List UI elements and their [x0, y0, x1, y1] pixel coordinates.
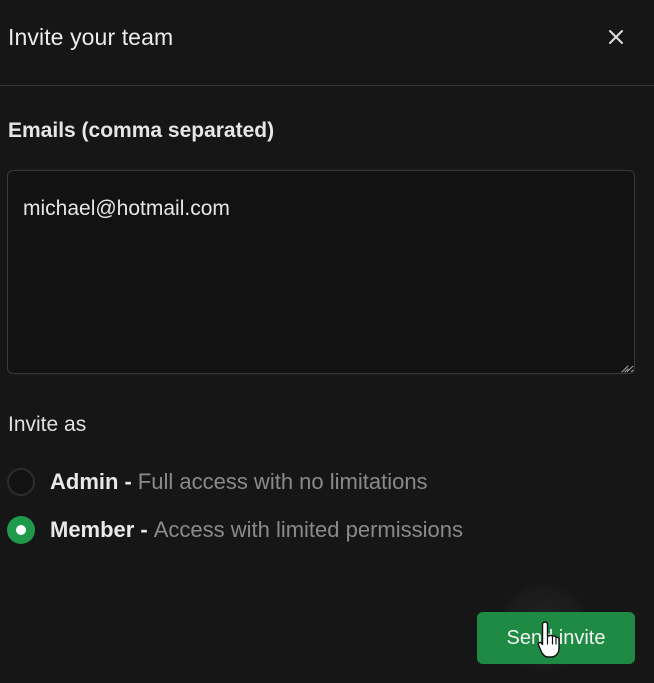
emails-textarea[interactable]: michael@hotmail.com [7, 170, 635, 374]
admin-option-separator: - [124, 469, 132, 494]
close-icon [608, 29, 624, 50]
role-option-member[interactable]: Member - Access with limited permissions [7, 514, 463, 546]
member-option-description: Access with limited permissions [153, 517, 463, 542]
resize-handle-icon[interactable] [619, 360, 629, 373]
close-button[interactable] [601, 24, 631, 54]
admin-radio[interactable] [7, 468, 35, 496]
dialog-header: Invite your team [0, 0, 654, 86]
emails-label: Emails (comma separated) [8, 119, 275, 142]
send-invite-button[interactable]: Send invite [477, 612, 635, 664]
invite-team-dialog: Invite your team Emails (comma separated… [0, 0, 654, 683]
admin-option-description: Full access with no limitations [137, 469, 428, 494]
role-option-admin[interactable]: Admin - Full access with no limitations [7, 466, 428, 498]
member-option-name: Member [50, 517, 135, 542]
member-radio[interactable] [7, 516, 35, 544]
admin-option-name: Admin [50, 469, 119, 494]
member-option-separator: - [140, 517, 148, 542]
dialog-title: Invite your team [8, 24, 174, 50]
invite-as-label: Invite as [8, 413, 87, 436]
radio-selected-dot [16, 525, 26, 535]
